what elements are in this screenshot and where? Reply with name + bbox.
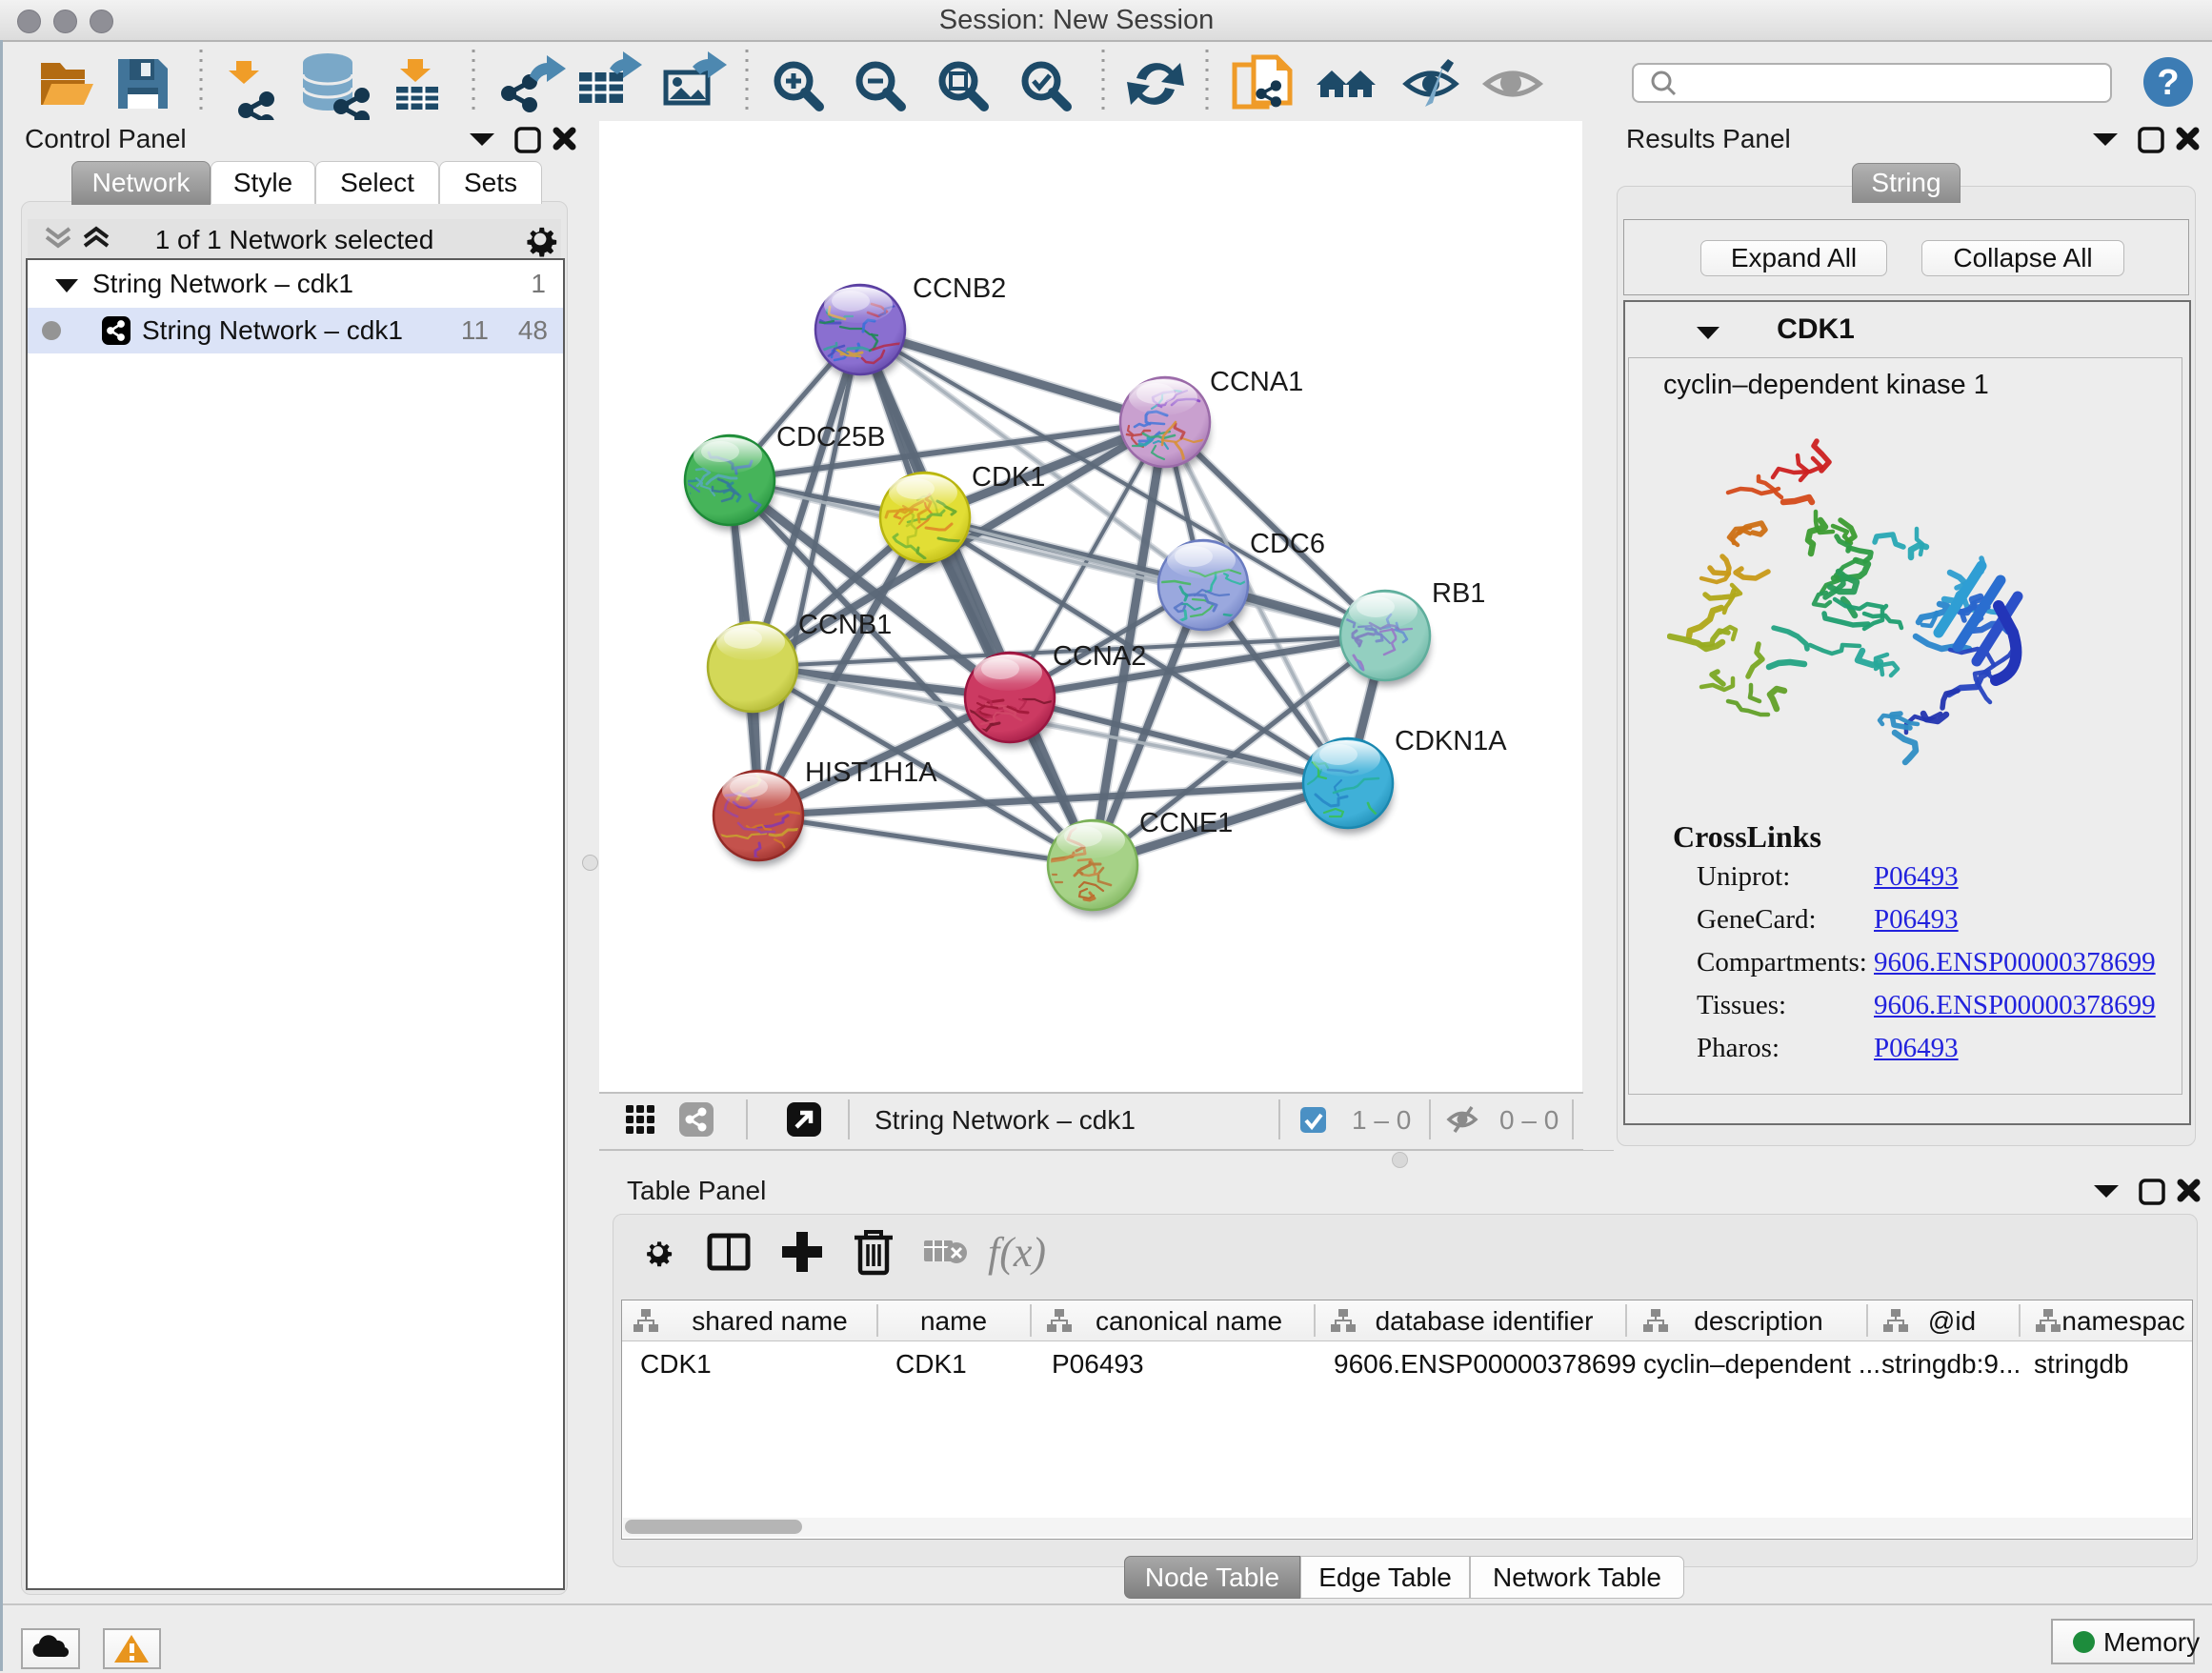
svg-text:CCNA2: CCNA2 <box>1053 641 1146 672</box>
svg-text:1 – 0: 1 – 0 <box>1352 1105 1411 1135</box>
svg-text:CCNA1: CCNA1 <box>1210 367 1303 397</box>
svg-text:CDC25B: CDC25B <box>776 422 885 453</box>
svg-text:?: ? <box>2157 63 2179 103</box>
svg-text:@id: @id <box>1928 1306 1976 1336</box>
svg-text:f(x): f(x) <box>988 1229 1046 1276</box>
svg-text:name: name <box>920 1306 987 1336</box>
svg-text:CCNB1: CCNB1 <box>798 610 892 640</box>
svg-text:CCNB2: CCNB2 <box>913 273 1006 304</box>
svg-text:0 – 0: 0 – 0 <box>1499 1105 1558 1135</box>
svg-text:HIST1H1A: HIST1H1A <box>805 757 937 788</box>
svg-text:CDC6: CDC6 <box>1250 529 1325 559</box>
svg-text:CCNE1: CCNE1 <box>1139 808 1233 838</box>
svg-text:CDKN1A: CDKN1A <box>1395 726 1507 756</box>
svg-text:canonical name: canonical name <box>1096 1306 1282 1336</box>
svg-text:RB1: RB1 <box>1432 578 1485 609</box>
svg-text:shared name: shared name <box>692 1306 847 1336</box>
svg-text:String Network – cdk1: String Network – cdk1 <box>875 1105 1136 1135</box>
svg-text:namespac: namespac <box>2061 1306 2184 1336</box>
svg-text:CDK1: CDK1 <box>972 462 1045 493</box>
svg-text:description: description <box>1694 1306 1822 1336</box>
svg-text:database identifier: database identifier <box>1376 1306 1594 1336</box>
